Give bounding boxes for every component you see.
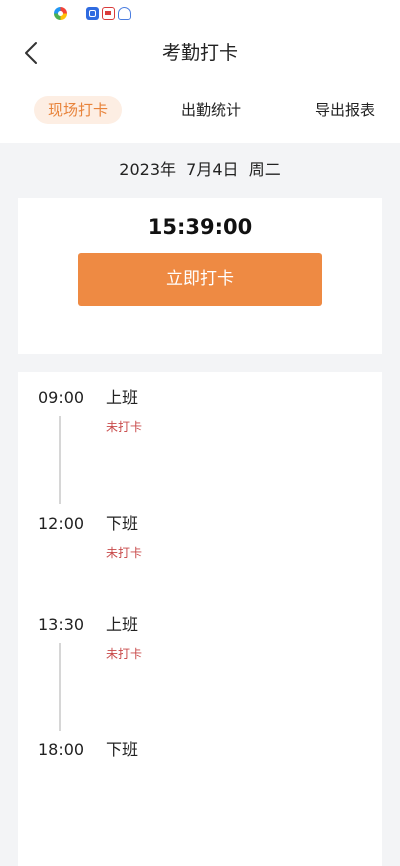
status-bar [0,0,400,28]
tab-export-report[interactable]: 导出报表 [308,96,382,124]
tab-onsite-punch[interactable]: 现场打卡 [34,96,122,124]
schedule-time: 09:00 [38,388,85,407]
page-title: 考勤打卡 [161,42,238,64]
chrome-like-app-icon [54,7,67,20]
blue-app-icon [86,7,99,20]
timeline-connector [59,643,61,731]
schedule-time: 12:00 [38,514,85,533]
schedule-time: 18:00 [38,740,85,759]
schedule-label: 下班 [106,514,139,533]
schedule-status: 未打卡 [106,647,143,661]
tab-attendance-stats[interactable]: 出勤统计 [168,96,254,124]
back-button[interactable] [14,36,48,70]
schedule-time: 13:30 [38,615,85,634]
schedule-card: 09:00 上班 未打卡 12:00 下班 未打卡 13:30 上班 未打卡 1… [18,372,382,866]
clock-card: 15:39:00 立即打卡 [18,198,382,354]
current-date: 2023年 7月4日 周二 [119,160,281,179]
chevron-left-icon [25,42,37,64]
schedule-label: 上班 [106,615,139,634]
schedule-label: 下班 [106,740,139,759]
red-app-icon [102,7,115,20]
punch-now-button[interactable]: 立即打卡 [78,253,322,306]
blue-bell-app-icon [118,7,131,20]
schedule-status: 未打卡 [106,546,143,560]
top-panel: 考勤打卡 现场打卡 出勤统计 导出报表 [0,0,400,143]
clock-time: 15:39:00 [147,215,253,239]
schedule-status: 未打卡 [106,420,143,434]
schedule-label: 上班 [106,388,139,407]
timeline-connector [59,416,61,504]
